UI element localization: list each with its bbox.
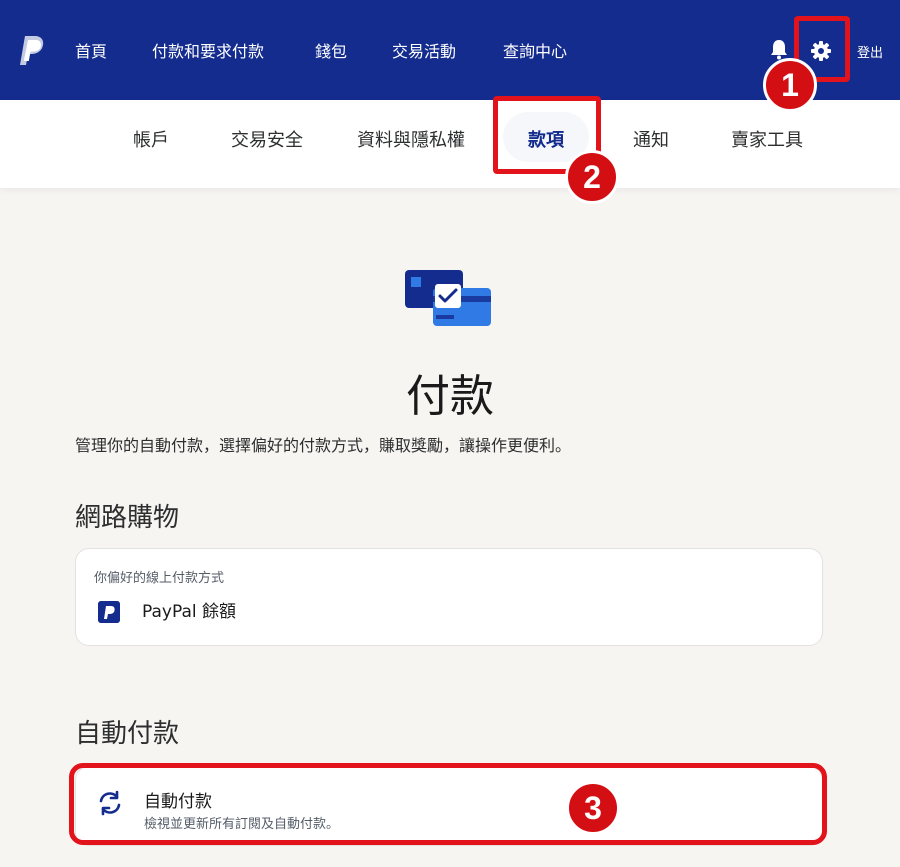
tab-data-privacy[interactable]: 資料與隱私權 bbox=[357, 126, 465, 152]
page-description: 管理你的自動付款，選擇偏好的付款方式，賺取獎勵，讓操作更便利。 bbox=[75, 436, 572, 455]
nav-home[interactable]: 首頁 bbox=[75, 38, 107, 62]
paypal-logo-icon[interactable] bbox=[16, 34, 46, 68]
nav-wallet[interactable]: 錢包 bbox=[315, 38, 347, 62]
section-title-auto-payments: 自動付款 bbox=[75, 719, 180, 749]
paypal-balance-icon bbox=[98, 601, 120, 623]
preferred-payment-method: PayPal 餘額 bbox=[142, 602, 236, 622]
annotation-number-2: 2 bbox=[565, 150, 619, 204]
section-title-online-shopping: 網路購物 bbox=[75, 503, 180, 533]
tab-account[interactable]: 帳戶 bbox=[133, 126, 169, 152]
annotation-number-3: 3 bbox=[566, 781, 620, 835]
logout-link[interactable]: 登出 bbox=[857, 42, 883, 61]
preferred-payment-card[interactable]: 你偏好的線上付款方式 PayPal 餘額 bbox=[75, 548, 823, 646]
page-title: 付款 bbox=[406, 371, 494, 422]
nav-help[interactable]: 查詢中心 bbox=[503, 38, 567, 62]
tab-notifications[interactable]: 通知 bbox=[633, 126, 669, 152]
bell-icon[interactable] bbox=[768, 38, 790, 60]
annotation-number-1: 1 bbox=[763, 58, 817, 112]
preferred-payment-label: 你偏好的線上付款方式 bbox=[94, 571, 225, 586]
annotation-box-3 bbox=[69, 763, 827, 845]
card-check-icon bbox=[405, 270, 491, 326]
nav-activity[interactable]: 交易活動 bbox=[392, 38, 456, 62]
tab-security[interactable]: 交易安全 bbox=[231, 126, 303, 152]
nav-send-request[interactable]: 付款和要求付款 bbox=[152, 38, 264, 62]
tab-seller-tools[interactable]: 賣家工具 bbox=[731, 126, 803, 152]
settings-subnav: 帳戶 交易安全 資料與隱私權 通知 賣家工具 bbox=[0, 100, 900, 188]
